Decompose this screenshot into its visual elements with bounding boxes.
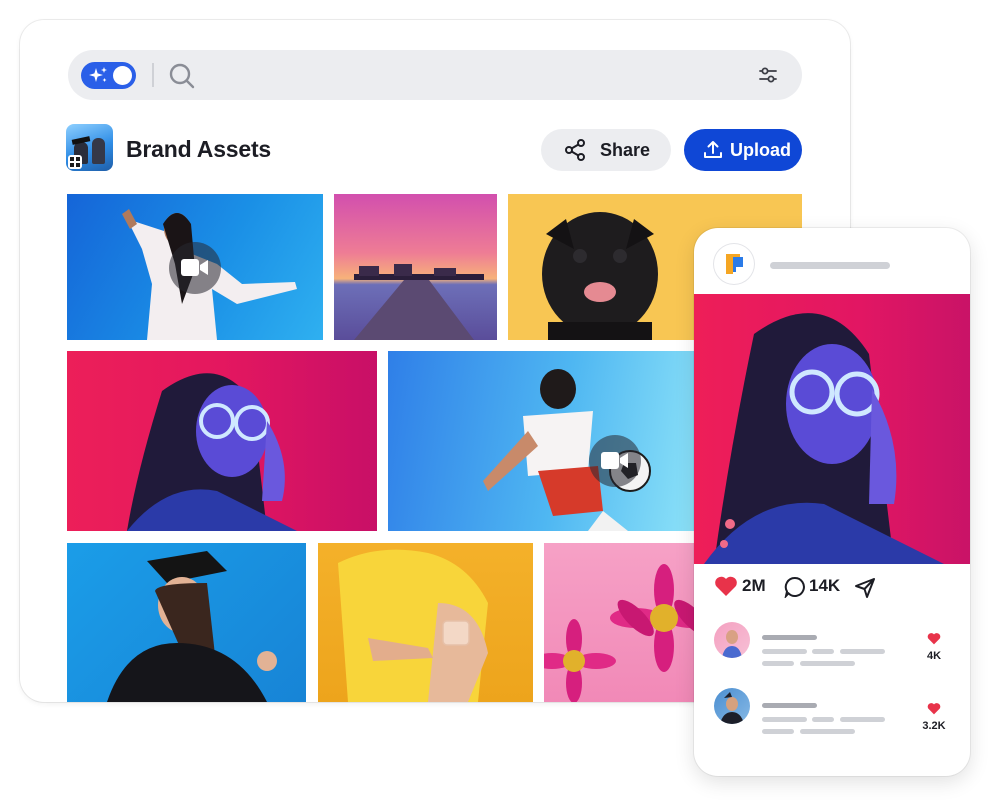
comment-text-placeholder [762, 717, 807, 722]
ai-search-toggle[interactable] [81, 62, 136, 89]
share-icon [565, 139, 585, 161]
comment-like-count: 3.2K [922, 720, 946, 732]
comment-author-placeholder [762, 635, 817, 640]
flowers-image [544, 564, 704, 702]
comment-icon[interactable] [784, 576, 806, 598]
comment-text-placeholder [812, 717, 834, 722]
video-indicator [589, 435, 641, 487]
search-icon[interactable] [168, 62, 196, 90]
asset-tile-pier[interactable] [334, 194, 497, 340]
soccer-image [483, 369, 651, 531]
asset-tile-flowers[interactable] [544, 543, 704, 702]
comments-count: 14K [809, 576, 841, 595]
commenter-avatar [714, 622, 750, 658]
page-title: Brand Assets [126, 136, 272, 162]
heart-icon[interactable] [927, 632, 941, 645]
sparkle-icon [89, 67, 107, 82]
sliders-icon[interactable] [758, 65, 778, 85]
comment-like-count: 4K [926, 650, 942, 662]
comment-text-placeholder [840, 717, 885, 722]
comment-text-placeholder [762, 661, 794, 666]
brand-logo-icon [726, 254, 743, 274]
likes-count: 2M [742, 576, 766, 595]
asset-tile-woman-glasses[interactable] [67, 351, 377, 531]
grid-icon [68, 155, 82, 169]
asset-tile-graduate[interactable] [67, 543, 306, 702]
child-bandage-image [338, 549, 488, 702]
graduate-image [107, 551, 277, 702]
asset-tile-dancer[interactable] [67, 194, 323, 340]
comment-text-placeholder [762, 729, 794, 734]
share-label: Share [600, 140, 651, 160]
send-icon[interactable] [854, 577, 876, 599]
video-camera-icon [601, 452, 628, 469]
brand-logo [714, 244, 754, 284]
upload-button[interactable]: Upload [684, 129, 802, 171]
search-divider [152, 63, 154, 87]
video-indicator [169, 242, 221, 294]
comment-text-placeholder [840, 649, 885, 654]
comment-text-placeholder [800, 729, 855, 734]
search-bar[interactable] [68, 50, 802, 100]
pier-image [354, 264, 484, 340]
comment-author-placeholder [762, 703, 817, 708]
heart-icon[interactable] [714, 575, 738, 597]
video-camera-icon [181, 259, 208, 276]
heart-icon[interactable] [927, 702, 941, 715]
collection-thumbnail [66, 124, 113, 171]
asset-tile-child-bandage[interactable] [318, 543, 533, 702]
comment-text-placeholder [800, 661, 855, 666]
woman-glasses-image [127, 373, 297, 531]
share-button[interactable]: Share [541, 129, 671, 171]
toggle-knob [113, 66, 132, 85]
comment-text-placeholder [762, 649, 807, 654]
woman-glasses-post-image [704, 313, 944, 564]
upload-icon [704, 141, 722, 158]
comment-text-placeholder [812, 649, 834, 654]
upload-label: Upload [730, 140, 791, 160]
social-post-preview: 2M 14K 4K 3.2K [694, 228, 970, 776]
commenter-avatar [714, 688, 750, 724]
post-author-placeholder [770, 262, 890, 269]
asset-tile-soccer[interactable] [388, 351, 698, 531]
post-image [694, 294, 970, 564]
